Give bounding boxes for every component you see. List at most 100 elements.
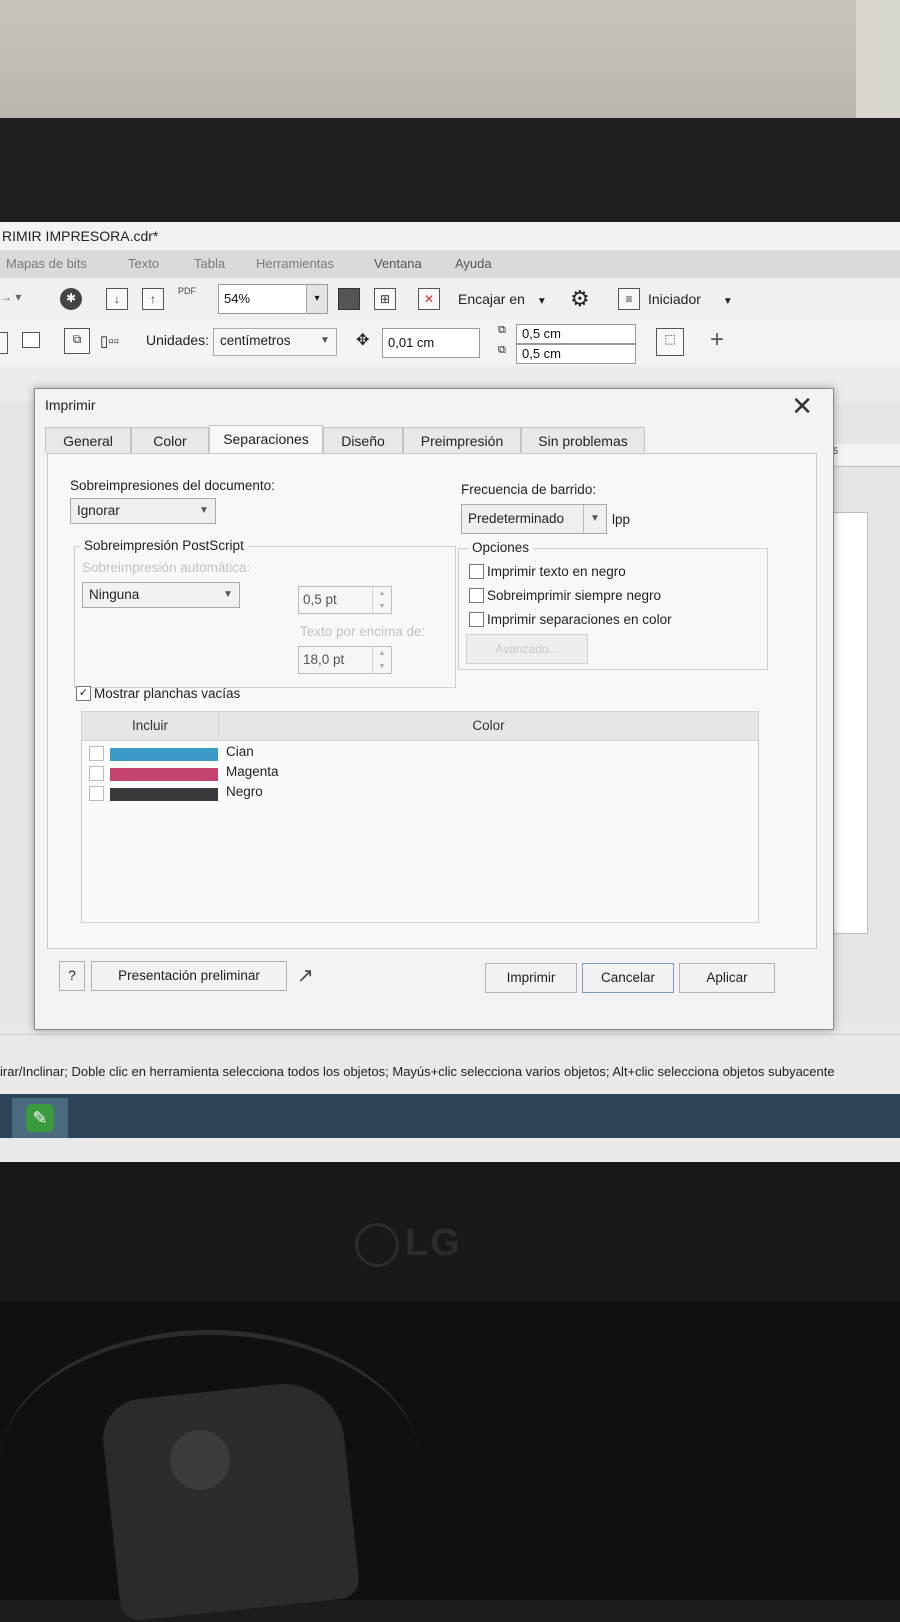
publish-pdf-icon[interactable]: PDF — [178, 286, 196, 296]
tab-general[interactable]: General — [45, 427, 131, 453]
monitor-brand-logo: LG — [355, 1222, 462, 1267]
cancel-button[interactable]: Cancelar — [582, 963, 674, 993]
print-text-black-label: Imprimir texto en negro — [487, 564, 626, 579]
export-icon[interactable]: ↑ — [142, 288, 164, 310]
print-button[interactable]: Imprimir — [485, 963, 577, 993]
help-button[interactable]: ? — [59, 961, 85, 991]
background-wall-edge — [856, 0, 900, 135]
menu-ventana[interactable]: Ventana — [374, 250, 422, 278]
zoom-level-field[interactable]: 54% ▾ — [218, 284, 328, 314]
plus-icon[interactable]: + — [710, 326, 724, 354]
always-overprint-black-checkbox[interactable] — [469, 588, 484, 603]
units-dropdown[interactable]: centímetros ▼ — [213, 328, 337, 356]
magenta-swatch — [110, 768, 218, 781]
all-pages-icon[interactable]: ⧉ — [64, 328, 90, 354]
options-group-title: Opciones — [468, 540, 534, 555]
auto-overprint-dropdown[interactable]: Ninguna ▼ — [82, 582, 240, 608]
print-preview-button[interactable]: Presentación preliminar — [91, 961, 287, 991]
nudge-distance-field[interactable]: 0,01 cm — [382, 328, 480, 358]
duplicate-x-icon: ⧉ — [498, 324, 506, 336]
menu-bar: Mapas de bits Texto Tabla Herramientas V… — [0, 250, 900, 278]
include-cian-checkbox[interactable] — [89, 746, 104, 761]
chevron-down-icon: ▼ — [722, 296, 733, 307]
apply-button[interactable]: Aplicar — [679, 963, 775, 993]
screen-frequency-value: Predeterminado — [468, 511, 565, 526]
window-title: RIMIR IMPRESORA.cdr* — [0, 222, 900, 250]
doc-overprints-dropdown[interactable]: Ignorar ▼ — [70, 498, 216, 524]
import-icon[interactable]: ↓ — [106, 288, 128, 310]
text-above-spinner[interactable]: 18,0 pt ▲ ▼ — [298, 646, 392, 674]
plate-cian-label: Cian — [226, 744, 254, 759]
zoom-level-value: 54% — [224, 291, 251, 306]
corel-connect-icon[interactable]: ✱ — [60, 288, 82, 310]
doc-overprints-label: Sobreimpresiones del documento: — [70, 478, 275, 493]
plate-magenta-label: Magenta — [226, 764, 279, 779]
duplicate-y-icon: ⧉ — [498, 344, 506, 356]
gear-icon[interactable]: ⚙ — [570, 286, 590, 312]
spinner-arrows-icon[interactable]: ▲ ▼ — [372, 587, 391, 613]
auto-overprint-pt-value: 0,5 pt — [303, 592, 337, 607]
toolbar-arrow-icon[interactable]: → ▾ — [0, 290, 21, 304]
status-hint-text: irar/Inclinar; Doble clic en herramienta… — [0, 1064, 835, 1079]
tab-diseno[interactable]: Diseño — [323, 427, 403, 453]
duplicate-distance-x-field[interactable]: 0,5 cm — [516, 324, 636, 344]
units-label: Unidades: — [146, 332, 210, 348]
screen-frequency-label: Frecuencia de barrido: — [461, 482, 597, 497]
tab-sin-problemas[interactable]: Sin problemas — [521, 427, 645, 453]
menu-herramientas[interactable]: Herramientas — [256, 250, 334, 278]
advanced-button[interactable]: Avanzado... — [466, 634, 588, 664]
rulers-icon[interactable]: ⊞ — [374, 288, 396, 310]
property-bar: ⧉ ▯▫▫ Unidades: centímetros ▼ ✥ 0,01 cm ⧉… — [0, 320, 900, 367]
text-above-value: 18,0 pt — [303, 652, 345, 667]
nudge-distance-value: 0,01 cm — [388, 335, 435, 350]
print-color-separations-checkbox[interactable] — [469, 612, 484, 627]
plate-negro-label: Negro — [226, 784, 263, 799]
zoom-dropdown-arrow-icon[interactable]: ▾ — [306, 285, 327, 313]
show-empty-plates-checkbox[interactable]: ✓ — [76, 686, 91, 701]
chevron-down-icon: ▼ — [320, 335, 330, 346]
current-page-icon[interactable]: ▯▫▫ — [100, 332, 119, 350]
postscript-group-title: Sobreimpresión PostScript — [80, 538, 248, 553]
page-size-icon[interactable] — [0, 332, 8, 354]
tab-preimpresion[interactable]: Preimpresión — [403, 427, 521, 453]
tab-color[interactable]: Color — [131, 427, 209, 453]
include-negro-checkbox[interactable] — [89, 786, 104, 801]
taskbar — [0, 1094, 900, 1138]
treat-as-filled-icon[interactable]: ⬚ — [656, 328, 684, 356]
chevron-down-icon: ▼ — [199, 505, 209, 516]
dialog-title: Imprimir — [45, 397, 96, 413]
duplicate-distance-y-value: 0,5 cm — [522, 346, 562, 361]
chevron-down-icon: ▼ — [536, 296, 547, 307]
horizontal-ruler: 15 — [826, 444, 900, 467]
menu-mapas-de-bits[interactable]: Mapas de bits — [6, 250, 87, 278]
close-icon[interactable]: ✕ — [791, 391, 813, 422]
full-screen-icon[interactable] — [338, 288, 360, 310]
background-wall — [0, 0, 900, 128]
print-text-black-checkbox[interactable] — [469, 564, 484, 579]
auto-overprint-pt-spinner[interactable]: 0,5 pt ▲ ▼ — [298, 586, 392, 614]
launcher-dropdown[interactable]: Iniciador ▼ — [648, 291, 733, 307]
menu-ayuda[interactable]: Ayuda — [455, 250, 492, 278]
taskbar-coreldraw-app[interactable]: ✎ — [12, 1098, 68, 1138]
lg-logo-icon — [355, 1222, 399, 1267]
menu-texto[interactable]: Texto — [128, 250, 159, 278]
column-header-color[interactable]: Color — [219, 712, 758, 741]
screen-frequency-unit: lpp — [612, 512, 631, 527]
fit-in-dropdown[interactable]: Encajar en ▼ — [458, 291, 547, 307]
launcher-icon[interactable]: ≡ — [618, 288, 640, 310]
tab-separaciones[interactable]: Separaciones — [209, 425, 323, 453]
show-empty-plates-label: Mostrar planchas vacías — [94, 686, 241, 701]
units-value: centímetros — [220, 333, 291, 348]
include-magenta-checkbox[interactable] — [89, 766, 104, 781]
auto-overprint-value: Ninguna — [89, 587, 140, 602]
computer-mouse — [99, 1378, 361, 1622]
landscape-icon[interactable] — [22, 332, 40, 348]
menu-tabla[interactable]: Tabla — [194, 250, 225, 278]
cian-swatch — [110, 748, 218, 761]
spinner-arrows-icon[interactable]: ▲ ▼ — [372, 647, 391, 673]
screen-frequency-dropdown[interactable]: Predeterminado ▼ — [461, 504, 607, 534]
column-header-incluir[interactable]: Incluir — [82, 712, 219, 741]
open-external-icon[interactable]: ↗ — [297, 963, 314, 988]
snap-to-icon[interactable]: ✕ — [418, 288, 440, 310]
duplicate-distance-y-field[interactable]: 0,5 cm — [516, 344, 636, 364]
